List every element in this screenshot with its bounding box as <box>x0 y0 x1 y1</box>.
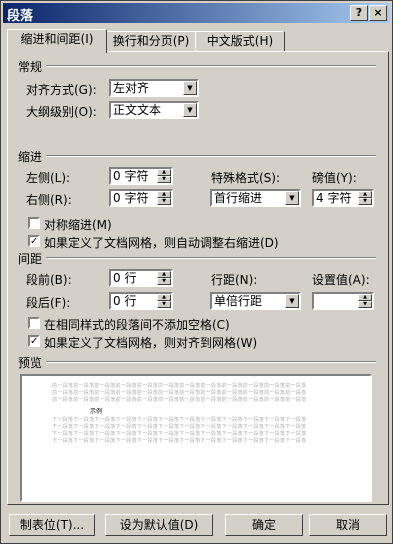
preview-before-line: 前一段落前一段落前一段落前一段落前一段落前一段落前一段落前一段落前一段落前一段落… <box>52 383 307 389</box>
spinner-arrows-icon[interactable]: ▲ ▼ <box>157 294 171 308</box>
spinner-arrows-icon[interactable]: ▲ ▼ <box>157 191 171 205</box>
preview-divider <box>46 361 376 363</box>
general-divider <box>46 65 376 67</box>
right-indent-value: 0 字符 <box>113 191 149 205</box>
tab-indents-spacing[interactable]: 缩进和间距(I) <box>7 29 107 53</box>
special-indent-value: 首行缩进 <box>214 191 263 205</box>
checkmark-icon: ✓ <box>30 236 39 247</box>
chevron-down-icon[interactable]: ▼ <box>183 103 197 117</box>
tab-asian-typography[interactable]: 中文版式(H) <box>195 31 285 53</box>
left-indent-value: 0 字符 <box>113 169 149 183</box>
indent-divider <box>46 155 376 157</box>
spinner-arrows-icon[interactable]: ▲ ▼ <box>157 169 171 183</box>
spacing-heading: 间距 <box>18 252 43 266</box>
spacing-before-label: 段前(B): <box>26 273 72 287</box>
snap-grid-label: 如果定义了文档网格，则对齐到网格(W) <box>44 336 258 350</box>
preview-sample-text: 示例 <box>90 408 103 415</box>
preview-before-line: 前一段落前一段落前一段落前一段落前一段落前一段落前一段落前一段落前一段落前一段落… <box>52 397 307 403</box>
preview-pane: 前一段落前一段落前一段落前一段落前一段落前一段落前一段落前一段落前一段落前一段落… <box>20 374 372 502</box>
outline-level-label: 大纲级别(O): <box>26 105 97 119</box>
left-indent-label: 左侧(L): <box>26 171 71 185</box>
line-spacing-label: 行距(N): <box>211 273 258 287</box>
general-heading: 常规 <box>18 60 43 74</box>
spinner-arrows-icon[interactable]: ▲ ▼ <box>157 271 171 285</box>
chevron-down-icon[interactable]: ▼ <box>183 81 197 95</box>
spacing-divider <box>46 257 376 259</box>
spacing-after-value: 0 行 <box>113 294 137 308</box>
alignment-label: 对齐方式(G): <box>26 83 97 97</box>
line-spacing-select[interactable]: 单倍行距 ▼ <box>210 292 301 310</box>
ok-button[interactable]: 确定 <box>225 514 303 536</box>
spacing-after-spinner[interactable]: 0 行 ▲ ▼ <box>109 292 173 310</box>
by-value: 4 字符 <box>316 191 352 205</box>
tab-line-page-breaks[interactable]: 换行和分页(P) <box>105 31 197 53</box>
outline-level-value: 正文文本 <box>113 103 162 117</box>
chevron-down-icon[interactable]: ▼ <box>285 191 299 205</box>
preview-heading: 预览 <box>18 356 43 370</box>
auto-adjust-label: 如果定义了文档网格，则自动调整右缩进(D) <box>44 236 279 250</box>
preview-before-line: 前一段落前一段落前一段落前一段落前一段落前一段落前一段落前一段落前一段落前一段落… <box>52 390 307 396</box>
alignment-select[interactable]: 左对齐 ▼ <box>109 79 199 97</box>
cancel-button[interactable]: 取消 <box>309 514 387 536</box>
right-indent-label: 右侧(R): <box>26 193 72 207</box>
left-indent-spinner[interactable]: 0 字符 ▲ ▼ <box>109 167 173 185</box>
auto-adjust-checkbox[interactable]: ✓ <box>28 235 40 247</box>
snap-grid-checkbox[interactable]: ✓ <box>28 335 40 347</box>
set-default-button[interactable]: 设为默认值(D) <box>105 514 213 536</box>
help-button[interactable]: ? <box>350 5 368 21</box>
preview-after-line: 下一段落下一段落下一段落下一段落下一段落下一段落下一段落下一段落下一段落下一段落… <box>52 417 307 423</box>
mirror-indent-label: 对称缩进(M) <box>44 218 112 232</box>
checkmark-icon: ✓ <box>30 336 39 347</box>
paragraph-dialog: 段落 ? × 缩进和间距(I) 换行和分页(P) 中文版式(H) 常规 对齐方式… <box>0 0 393 544</box>
close-button[interactable]: × <box>369 5 387 21</box>
outline-level-select[interactable]: 正文文本 ▼ <box>109 101 199 119</box>
tab-panel: 常规 对齐方式(G): 左对齐 ▼ 大纲级别(O): 正文文本 ▼ 缩进 左侧(… <box>7 51 389 505</box>
mirror-indent-checkbox[interactable] <box>28 217 40 229</box>
spacing-after-label: 段后(F): <box>26 296 71 310</box>
spacing-before-value: 0 行 <box>113 271 137 285</box>
spacing-before-spinner[interactable]: 0 行 ▲ ▼ <box>109 269 173 287</box>
dialog-title: 段落 <box>7 9 34 24</box>
at-spinner[interactable]: ▲ ▼ <box>312 292 374 310</box>
alignment-value: 左对齐 <box>113 81 150 95</box>
line-spacing-value: 单倍行距 <box>214 294 263 308</box>
special-indent-label: 特殊格式(S): <box>211 171 281 185</box>
preview-after-line: 下一段落下一段落下一段落下一段落下一段落下一段落下一段落下一段落下一段落下一段落… <box>52 438 307 444</box>
right-indent-spinner[interactable]: 0 字符 ▲ ▼ <box>109 189 173 207</box>
spinner-arrows-icon[interactable]: ▲ ▼ <box>358 294 372 308</box>
by-spinner[interactable]: 4 字符 ▲ ▼ <box>312 189 374 207</box>
tabs-button[interactable]: 制表位(T)... <box>9 514 95 536</box>
preview-after-line: 下一段落下一段落下一段落下一段落下一段落下一段落下一段落下一段落下一段落下一段落… <box>52 424 307 430</box>
chevron-down-icon[interactable]: ▼ <box>285 294 299 308</box>
at-label: 设置值(A): <box>312 273 370 287</box>
preview-after-line: 下一段落下一段落下一段落下一段落下一段落下一段落下一段落下一段落下一段落下一段落… <box>52 431 307 437</box>
spinner-arrows-icon[interactable]: ▲ ▼ <box>358 191 372 205</box>
special-indent-select[interactable]: 首行缩进 ▼ <box>210 189 301 207</box>
no-space-checkbox[interactable] <box>28 317 40 329</box>
indent-heading: 缩进 <box>18 150 43 164</box>
by-label: 磅值(Y): <box>312 171 357 185</box>
title-bar[interactable]: 段落 ? × <box>3 3 390 24</box>
no-space-label: 在相同样式的段落间不添加空格(C) <box>44 318 230 332</box>
